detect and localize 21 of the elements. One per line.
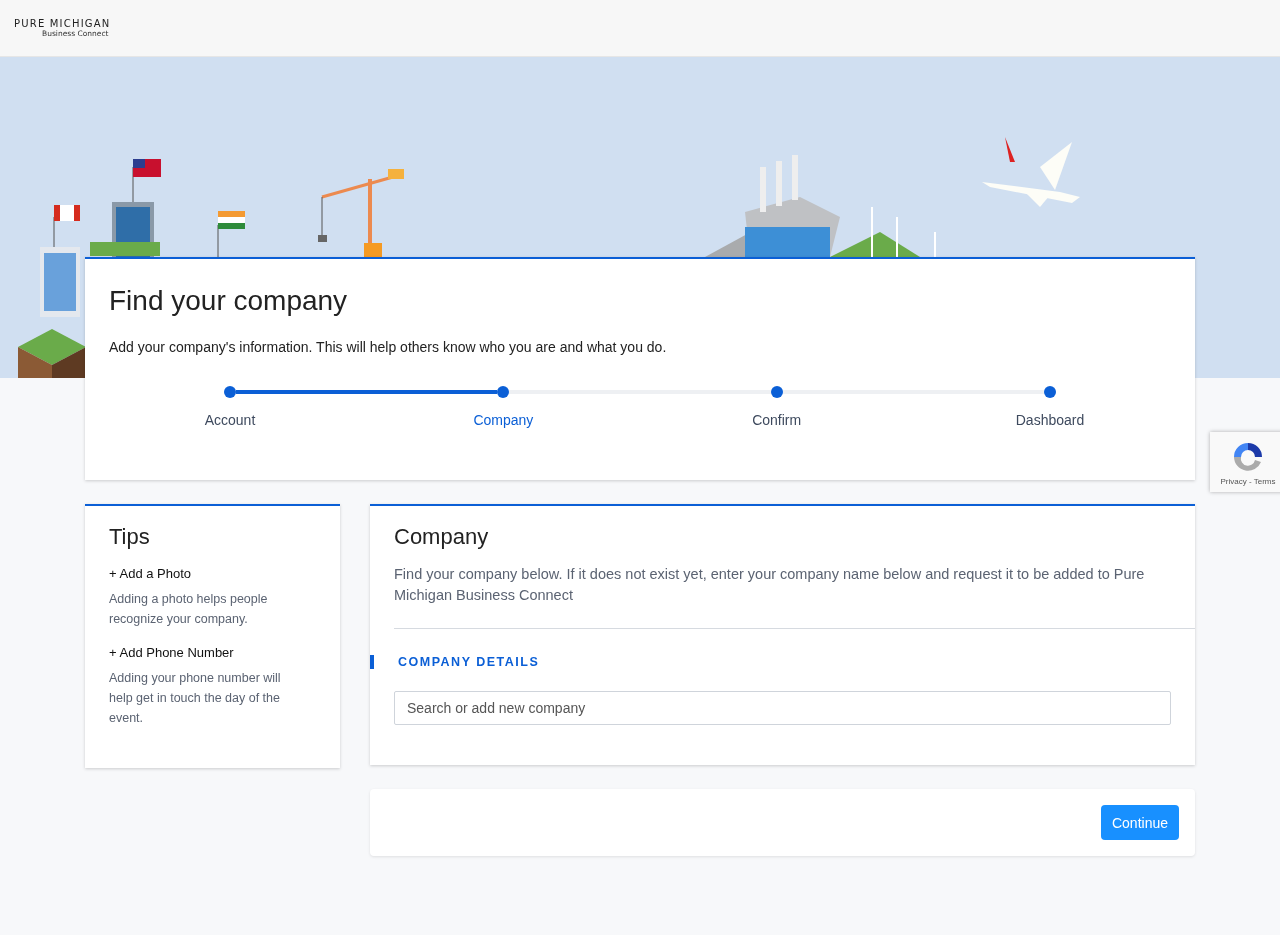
privacy-terms-link[interactable]: Privacy - Terms (1220, 477, 1276, 486)
company-search-field[interactable]: Search or add new company (394, 691, 1171, 725)
step-dot (1044, 386, 1056, 398)
intro-text: Add your company's information. This will help others know who you are and what you do. (109, 339, 667, 355)
tip-text: Adding your phone number will help get in touch the day of the event. (109, 670, 282, 727)
step-label[interactable]: Confirm (752, 412, 802, 428)
step-label[interactable]: Dashboard (1015, 412, 1085, 428)
tip-link[interactable]: + Add Phone Number (109, 645, 234, 660)
tip-text: Adding a photo helps people recognize your company. (109, 591, 269, 628)
company-title: Company (394, 524, 489, 550)
step-dot (224, 386, 236, 398)
step-label[interactable]: Company (473, 412, 534, 428)
step-dot (497, 386, 510, 398)
step-label[interactable]: Account (204, 412, 256, 428)
recaptcha-icon (1231, 440, 1265, 474)
page-title: Find your company (109, 285, 348, 317)
step-dot (770, 386, 783, 398)
company-description: Find your company below. If it does not exist yet, enter your company name below and request it to be added to Pure Michigan Business Connect (394, 565, 1146, 605)
section-heading: COMPANY DETAILS (398, 655, 540, 669)
tips-title: Tips (109, 524, 150, 550)
tip-link[interactable]: + Add a Photo (109, 566, 192, 581)
